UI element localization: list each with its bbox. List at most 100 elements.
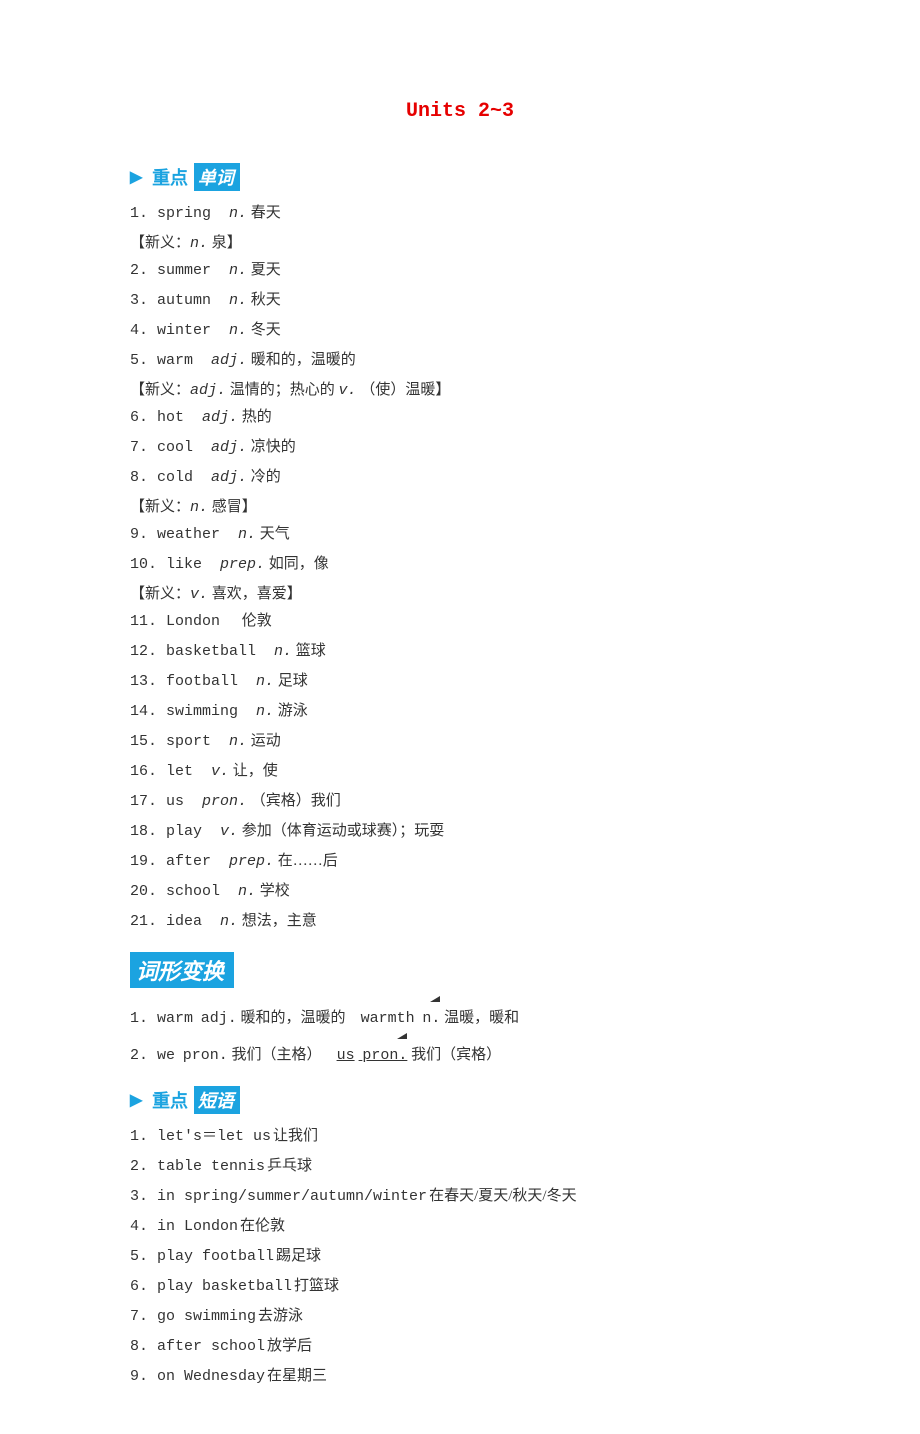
entry-number: 18. xyxy=(130,823,166,840)
document-page: Units 2~3 ▶ 重点 单词 1. springn. 春天【新义：n. 泉… xyxy=(0,0,920,1434)
entry-pos: pron. xyxy=(202,793,247,810)
vocab-entry: 15. sport n. 运动 xyxy=(130,729,790,754)
entry-word: school xyxy=(166,883,220,900)
vocab-entry: 12. basketballn. 篮球 xyxy=(130,639,790,664)
entry-word: hot xyxy=(157,409,184,426)
entry-def: 冷的 xyxy=(247,469,281,485)
entry-number: 6. xyxy=(130,409,157,426)
entry-number: 11. xyxy=(130,613,166,630)
vocab-note: 【新义：n. 感冒】 xyxy=(130,495,790,516)
entry-def: 参加（体育运动或球赛）；玩耍 xyxy=(238,823,444,839)
heading-wordforms-box: 词形变换 xyxy=(130,952,234,988)
entry-word: us xyxy=(166,793,184,810)
entry-def: 天气 xyxy=(256,526,290,542)
phrase-list: 1. let's＝let us让我们2. table tennis乒乓球3. i… xyxy=(130,1124,790,1389)
wordforms-list: 1. warm adj. 暖和的，温暖的 warmth n. 温暖，暖和2. w… xyxy=(130,998,790,1068)
entry-pos: n. xyxy=(256,703,274,720)
entry-def: 游泳 xyxy=(274,703,308,719)
arrow-icon: ▶ xyxy=(130,167,142,187)
entry-pos: n. xyxy=(229,292,247,309)
phrase-number: 3. xyxy=(130,1188,157,1205)
entry-word: swimming xyxy=(166,703,238,720)
phrase-number: 1. xyxy=(130,1128,157,1145)
vocab-entry: 21. idean. 想法，主意 xyxy=(130,909,790,934)
phrase-en: in spring/summer/autumn/winter xyxy=(157,1188,427,1205)
phrase-zh: 去游泳 xyxy=(258,1308,303,1324)
vocab-entry: 8. coldadj. 冷的 xyxy=(130,465,790,490)
vocab-entry: 3. autumnn. 秋天 xyxy=(130,288,790,313)
vocab-entry: 7. cooladj. 凉快的 xyxy=(130,435,790,460)
entry-number: 13. xyxy=(130,673,166,690)
vocab-entry: 11. London 伦敦 xyxy=(130,609,790,634)
vocab-entry: 13. footballn. 足球 xyxy=(130,669,790,694)
entry-pos: adj. xyxy=(202,409,238,426)
vocab-entry: 19. afterprep. 在……后 xyxy=(130,849,790,874)
vocab-entry: 20. schooln. 学校 xyxy=(130,879,790,904)
entry-def: 足球 xyxy=(274,673,308,689)
entry-pos: prep. xyxy=(229,853,274,870)
vocab-entry: 14. swimming n. 游泳 xyxy=(130,699,790,724)
entry-number: 3. xyxy=(130,292,157,309)
entry-pos: adj. xyxy=(211,352,247,369)
entry-pos: n. xyxy=(274,643,292,660)
entry-word: after xyxy=(166,853,211,870)
phrase-en: go swimming xyxy=(157,1308,256,1325)
entry-def: 在……后 xyxy=(274,853,338,869)
entry-number: 8. xyxy=(130,469,157,486)
entry-pos: adj. xyxy=(211,469,247,486)
phrase-entry: 9. on Wednesday在星期三 xyxy=(130,1364,790,1389)
entry-word: spring xyxy=(157,205,211,222)
vocab-list: 1. springn. 春天【新义：n. 泉】2. summern. 夏天3. … xyxy=(130,201,790,934)
entry-def: 想法，主意 xyxy=(238,913,317,929)
phrase-number: 2. xyxy=(130,1158,157,1175)
heading-vocab: ▶ 重点 单词 xyxy=(130,163,790,191)
entry-pos: prep. xyxy=(220,556,265,573)
phrase-zh: 让我们 xyxy=(273,1128,318,1144)
entry-word: London xyxy=(166,613,220,630)
phrase-en: in London xyxy=(157,1218,238,1235)
entry-number: 15. xyxy=(130,733,166,750)
entry-def: （宾格）我们 xyxy=(247,793,341,809)
phrase-zh: 放学后 xyxy=(267,1338,312,1354)
entry-def: 凉快的 xyxy=(247,439,296,455)
phrase-zh: 乒乓球 xyxy=(267,1158,312,1174)
entry-number: 14. xyxy=(130,703,166,720)
entry-def: 运动 xyxy=(247,733,281,749)
vocab-entry: 5. warmadj. 暖和的，温暖的 xyxy=(130,348,790,373)
phrase-number: 6. xyxy=(130,1278,157,1295)
entry-word: idea xyxy=(166,913,202,930)
phrase-number: 9. xyxy=(130,1368,157,1385)
vocab-entry: 2. summern. 夏天 xyxy=(130,258,790,283)
entry-pos: n. xyxy=(238,883,256,900)
vocab-entry: 16. letv. 让，使 xyxy=(130,759,790,784)
entry-number: 9. xyxy=(130,526,157,543)
heading-vocab-box: 单词 xyxy=(194,163,240,191)
phrase-en: on Wednesday xyxy=(157,1368,265,1385)
entry-pos: n. xyxy=(220,913,238,930)
wordform-entry: 1. warm adj. 暖和的，温暖的 warmth n. 温暖，暖和 xyxy=(130,998,790,1031)
entry-number: 7. xyxy=(130,439,157,456)
entry-number: 2. xyxy=(130,262,157,279)
heading-wordforms: 词形变换 xyxy=(130,952,790,988)
vocab-entry: 17. us pron. （宾格）我们 xyxy=(130,789,790,814)
phrase-en: let's＝let us xyxy=(157,1128,271,1145)
phrase-number: 7. xyxy=(130,1308,157,1325)
entry-word: cool xyxy=(157,439,193,456)
entry-word: summer xyxy=(157,262,211,279)
entry-word: autumn xyxy=(157,292,211,309)
entry-word: play xyxy=(166,823,202,840)
entry-pos: n. xyxy=(229,733,247,750)
entry-word: basketball xyxy=(166,643,256,660)
phrase-entry: 3. in spring/summer/autumn/winter在春天/夏天/… xyxy=(130,1184,790,1209)
entry-pos: v. xyxy=(220,823,238,840)
entry-pos: n. xyxy=(238,526,256,543)
vocab-entry: 10. likeprep. 如同，像 xyxy=(130,552,790,577)
entry-number: 1. xyxy=(130,205,157,222)
entry-word: sport xyxy=(166,733,211,750)
vocab-entry: 4. wintern. 冬天 xyxy=(130,318,790,343)
entry-word: football xyxy=(166,673,238,690)
entry-word: winter xyxy=(157,322,211,339)
entry-def: 暖和的，温暖的 xyxy=(247,352,356,368)
entry-number: 17. xyxy=(130,793,166,810)
entry-number: 16. xyxy=(130,763,166,780)
